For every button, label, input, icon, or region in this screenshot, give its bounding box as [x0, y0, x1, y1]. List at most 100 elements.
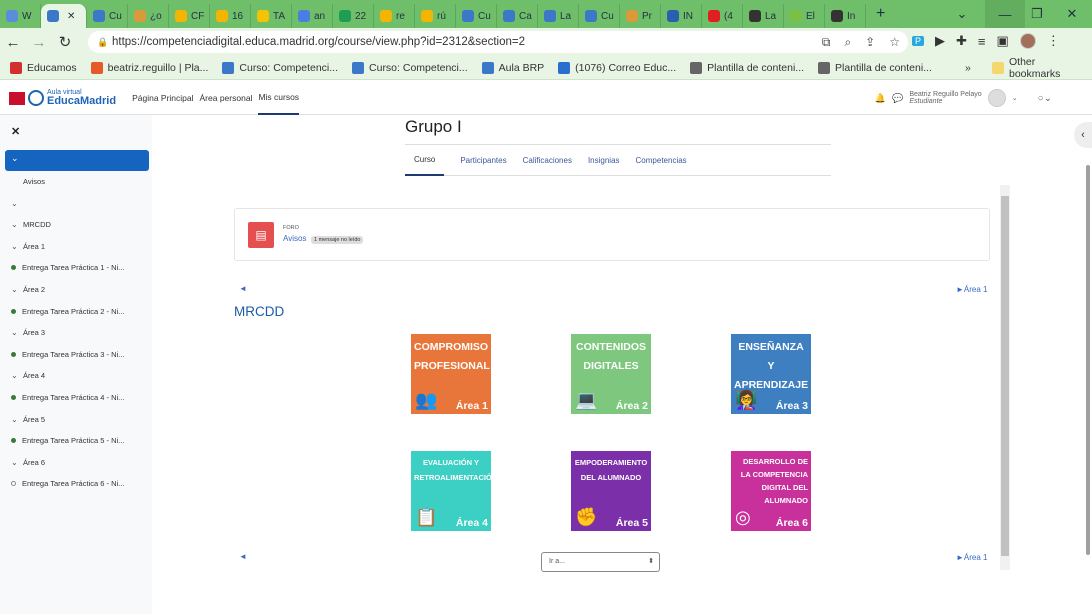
other-bookmarks[interactable]: Other bookmarks	[992, 56, 1088, 80]
next-section-link[interactable]: ►Área 1	[956, 285, 988, 294]
tab-competencias[interactable]: Competencias	[636, 156, 687, 165]
browser-tab[interactable]: CF	[169, 4, 210, 28]
bookmark-item[interactable]: (1076) Correo Educ...	[558, 61, 676, 74]
bookmark-item[interactable]: beatriz.reguillo | Pla...	[90, 61, 208, 74]
browser-tab[interactable]: Ca	[497, 4, 538, 28]
tab-search-icon[interactable]: ⌄	[942, 0, 982, 28]
sidebar-item[interactable]: Entrega Tarea Práctica 5 - Ni...	[11, 436, 124, 445]
sidebar-item[interactable]: ⌄ Área 2	[11, 285, 45, 294]
forum-link[interactable]: Avisos	[283, 234, 306, 243]
user-avatar[interactable]	[987, 89, 1006, 107]
sidebar-item[interactable]: ⌄ MRCDD	[11, 220, 51, 229]
browser-tab[interactable]: rú	[415, 4, 456, 28]
back-icon[interactable]: ←	[0, 34, 26, 51]
browser-tab[interactable]: ¿o	[128, 4, 169, 28]
browser-tab[interactable]: La	[538, 4, 579, 28]
sidebar-item[interactable]: Entrega Tarea Práctica 6 - Ni...	[11, 479, 124, 488]
close-window-button[interactable]: ✕	[1052, 0, 1092, 28]
browser-tab[interactable]: 22	[333, 4, 374, 28]
chevron-down-icon[interactable]: ⌄	[11, 285, 18, 294]
extension-p-icon[interactable]: P	[912, 36, 925, 46]
browser-tab[interactable]: re	[374, 4, 415, 28]
translate-icon[interactable]: ⧉	[822, 35, 831, 50]
prev-section-link[interactable]: ◄	[239, 284, 247, 293]
star-icon[interactable]: ☆	[889, 35, 900, 50]
extension-play-icon[interactable]: ▶	[935, 33, 945, 49]
chevron-down-icon[interactable]: ⌄	[11, 220, 18, 229]
jump-to-select[interactable]: Ir a... ⬍	[541, 552, 660, 572]
scrollbar-thumb[interactable]	[1001, 196, 1009, 556]
chevron-down-icon[interactable]: ⌄	[11, 415, 18, 424]
bookmark-item[interactable]: Educamos	[10, 61, 77, 74]
reload-icon[interactable]: ↻	[52, 33, 78, 51]
restore-button[interactable]: ❐	[1017, 0, 1057, 28]
chevron-down-icon[interactable]: ⌄	[11, 458, 18, 467]
browser-tab[interactable]: 16	[210, 4, 251, 28]
sidebar-item[interactable]: ⌄ Área 3	[11, 328, 45, 337]
menu-icon[interactable]: ⋮	[1047, 33, 1060, 49]
sidebar-item[interactable]: ⌄ Área 6	[11, 458, 45, 467]
browser-tab[interactable]: El	[784, 4, 825, 28]
content-scrollbar[interactable]	[1000, 185, 1010, 570]
close-drawer-icon[interactable]: ✕	[11, 125, 20, 138]
educamadrid-logo[interactable]: Aula virtual EducaMadrid	[9, 89, 116, 107]
media-icon[interactable]: ≡	[978, 34, 986, 49]
chevron-down-icon[interactable]: ⌄	[11, 242, 18, 251]
area-tile[interactable]: EMPODERAMIENTO DEL ALUMNADO ✊ Área 5	[571, 451, 651, 531]
next-section-link-bottom[interactable]: ►Área 1	[956, 553, 988, 562]
browser-tab[interactable]: La	[743, 4, 784, 28]
sidebar-item[interactable]: Entrega Tarea Práctica 4 - Ni...	[11, 393, 124, 402]
tab-insignias[interactable]: Insignias	[588, 156, 620, 165]
extensions-puzzle-icon[interactable]: ✚	[956, 33, 967, 49]
nav-area-personal[interactable]: Área personal	[200, 82, 253, 115]
area-tile[interactable]: CONTENIDOS DIGITALES 💻 Área 2	[571, 334, 651, 414]
page-scrollbar[interactable]	[1086, 165, 1090, 555]
sidebar-item[interactable]: Avisos	[23, 177, 45, 186]
sidebar-section-general[interactable]: ⌄	[5, 150, 149, 171]
share-icon[interactable]: ⇪	[865, 35, 875, 50]
bookmark-item[interactable]: Curso: Competenci...	[222, 61, 338, 74]
area-tile[interactable]: EVALUACIÓN Y RETROALIMENTACIÓN 📋 Área 4	[411, 451, 497, 531]
zoom-icon[interactable]: ⌕	[844, 35, 851, 50]
url-input[interactable]: 🔒 https://competenciadigital.educa.madri…	[88, 31, 908, 53]
sidebar-item[interactable]: ⌄ Área 1	[11, 242, 45, 251]
new-tab-button[interactable]: +	[876, 5, 885, 23]
tab-close-icon[interactable]: ✕	[67, 11, 75, 22]
prev-section-link-bottom[interactable]: ◄	[239, 552, 247, 561]
browser-tab[interactable]: Cu	[456, 4, 497, 28]
user-menu-chevron-icon[interactable]: ⌄	[1012, 94, 1018, 102]
tab-curso[interactable]: Curso	[405, 145, 445, 176]
profile-avatar[interactable]	[1019, 33, 1036, 49]
chevron-down-icon[interactable]: ⌄	[11, 328, 18, 337]
notification-bell-icon[interactable]: 🔔	[875, 93, 886, 104]
tab-calificaciones[interactable]: Calificaciones	[523, 156, 572, 165]
browser-tab[interactable]: Cu	[579, 4, 620, 28]
browser-tab[interactable]: W	[0, 4, 41, 28]
settings-icon[interactable]: ○⌄	[1038, 93, 1052, 104]
bookmarks-overflow-icon[interactable]: »	[965, 62, 971, 74]
bookmark-item[interactable]: Curso: Competenci...	[352, 61, 468, 74]
sidebar-item[interactable]: ⌄ Área 4	[11, 371, 45, 380]
forward-icon[interactable]: →	[26, 34, 52, 51]
browser-tab[interactable]: IN	[661, 4, 702, 28]
area-tile[interactable]: COMPROMISO PROFESIONAL 👥 Área 1	[411, 334, 491, 414]
sidebar-item[interactable]: Entrega Tarea Práctica 2 - Ni...	[11, 307, 124, 316]
sidebar-item[interactable]: ⌄ Área 5	[11, 415, 45, 424]
browser-tab[interactable]: ✕	[41, 4, 87, 28]
browser-tab[interactable]: Cu	[87, 4, 128, 28]
bookmark-item[interactable]: Plantilla de conteni...	[818, 61, 932, 74]
sidebar-item[interactable]: Entrega Tarea Práctica 3 - Ni...	[11, 350, 124, 359]
chevron-down-icon[interactable]: ⌄	[11, 371, 18, 380]
messages-icon[interactable]: 💬	[892, 93, 903, 104]
area-tile[interactable]: DESARROLLO DE LA COMPETENCIA DIGITAL DEL…	[731, 451, 811, 531]
bookmark-item[interactable]: Plantilla de conteni...	[690, 61, 804, 74]
tab-participantes[interactable]: Participantes	[460, 156, 506, 165]
sidebar-item[interactable]: ⌄	[11, 199, 23, 208]
browser-tab[interactable]: (4	[702, 4, 743, 28]
browser-tab[interactable]: In	[825, 4, 866, 28]
browser-tab[interactable]: Pr	[620, 4, 661, 28]
user-name[interactable]: Beatriz Reguillo Pelayo	[909, 91, 981, 98]
nav-mis-cursos[interactable]: Mis cursos	[258, 82, 300, 115]
side-panel-icon[interactable]: ▣	[997, 33, 1009, 49]
browser-tab[interactable]: an	[292, 4, 333, 28]
